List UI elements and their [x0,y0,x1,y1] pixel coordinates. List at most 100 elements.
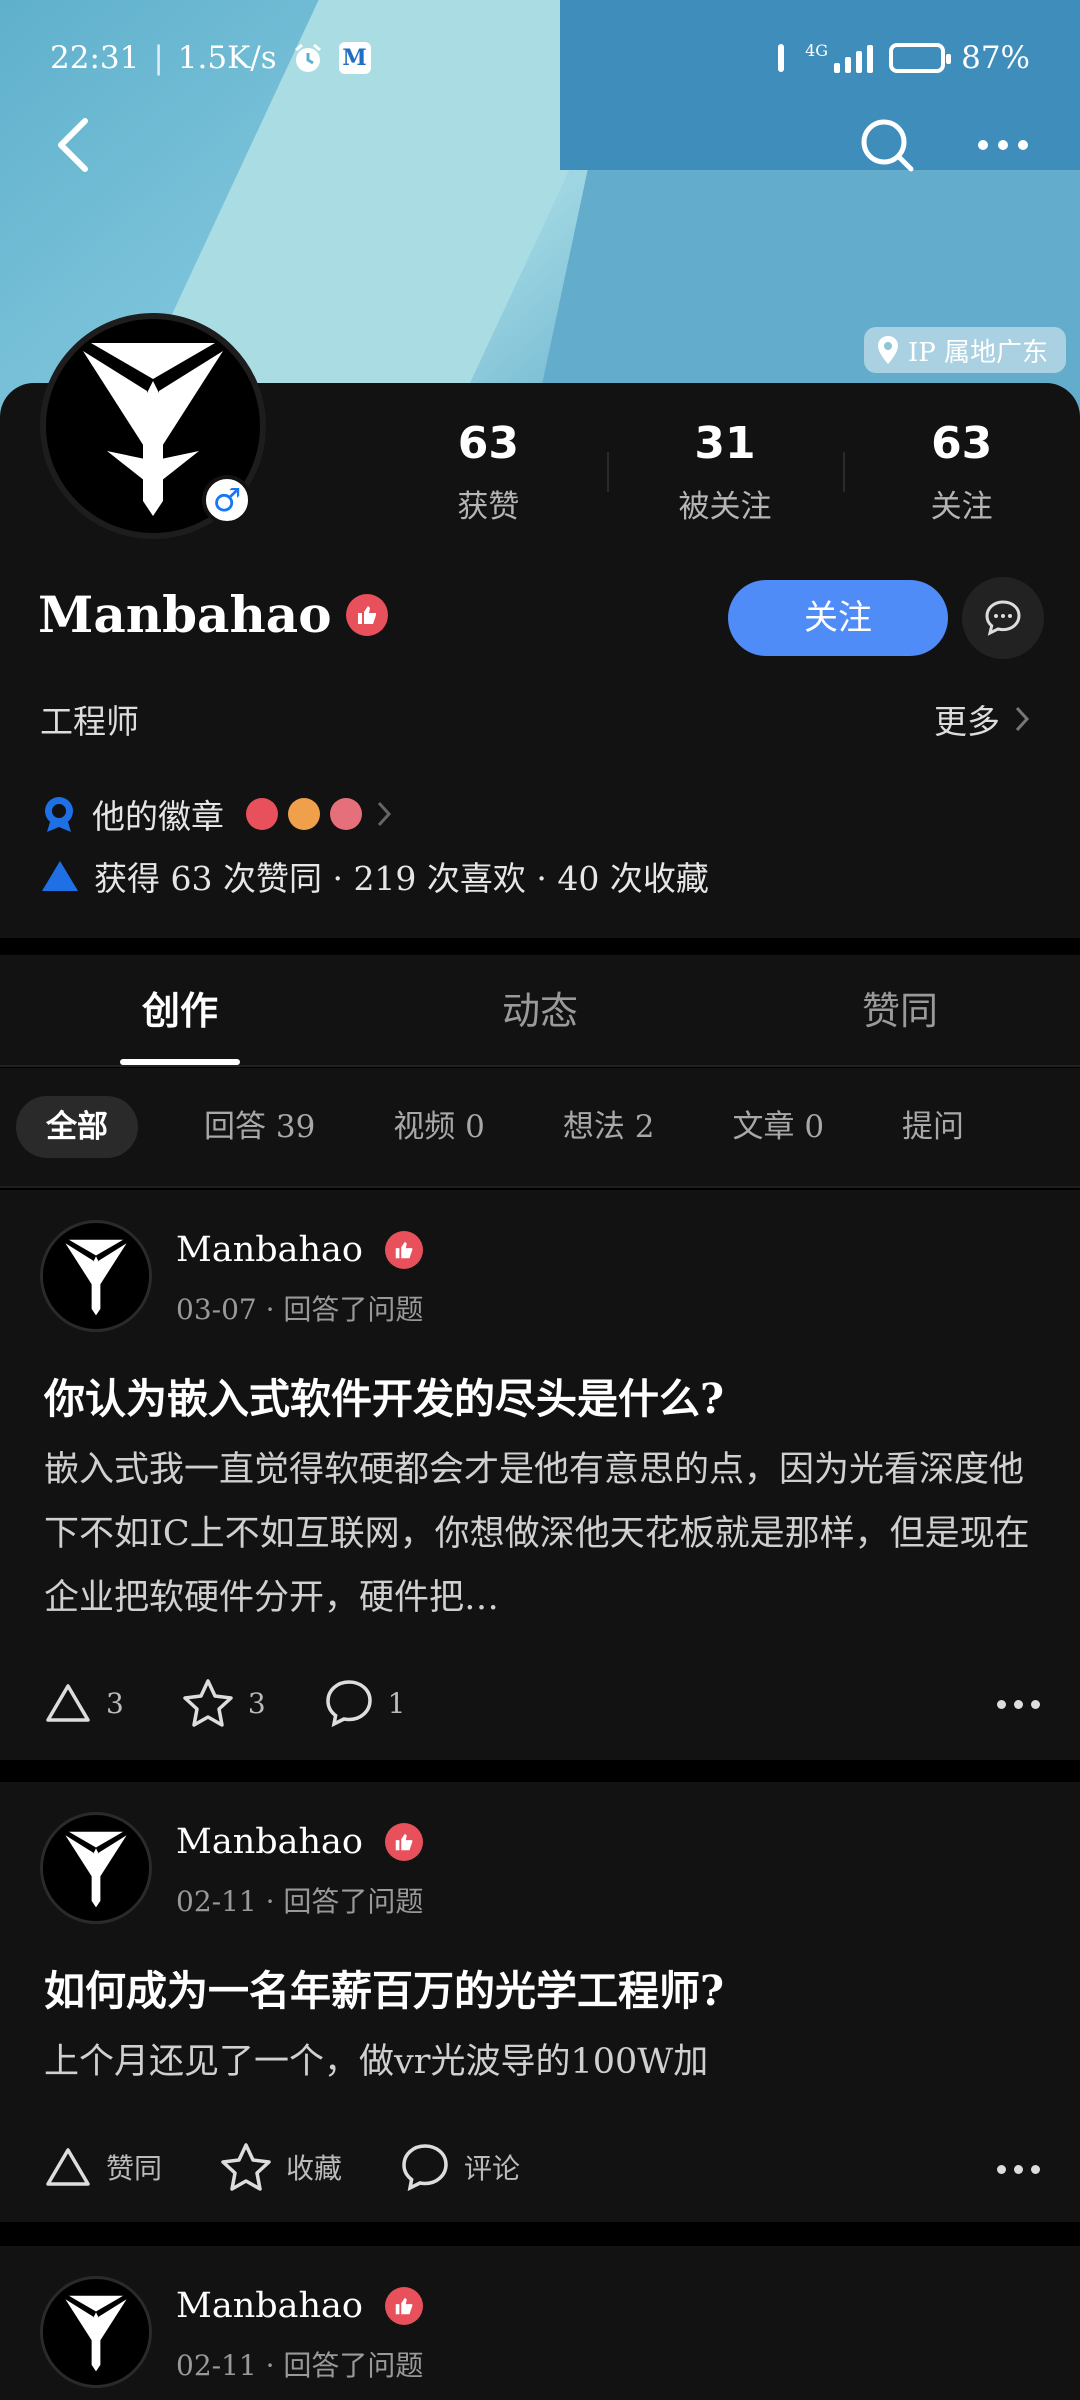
back-button[interactable] [38,110,108,180]
post-actions: 赞同 收藏 评论 [44,2142,578,2192]
thumbs-up-badge-icon [385,1231,423,1269]
author-avatar[interactable] [40,2276,152,2388]
favorite-label: 收藏 [286,2152,343,2185]
alarm-icon [294,43,321,72]
feed-item[interactable]: Manbahao 02-11 · 回答了问题 如何成为一名年薪百万的光学工程师?… [0,1782,1080,2222]
filter-all[interactable]: 全部 [16,1096,138,1158]
filter-questions[interactable]: 提问 [870,1096,996,1158]
more-label: 更多 [934,702,1000,741]
stat-label: 关注 [930,489,993,525]
stats-bar: 63 获赞 31 被关注 63 关注 [370,412,1080,537]
more-horizontal-icon [978,140,1028,150]
chevron-left-icon [58,118,88,172]
comment-icon [325,1680,372,1728]
creator-badge-icon [288,798,320,830]
logo-icon [65,1831,127,1908]
stat-likes[interactable]: 63 获赞 [370,412,607,537]
post-title[interactable]: 你认为嵌入式软件开发的尽头是什么? [44,1365,1044,1425]
favorite-button[interactable]: 3 [182,1678,266,1728]
filter-articles[interactable]: 文章 0 [700,1096,856,1158]
favorite-button[interactable]: 收藏 [220,2142,342,2192]
filter-chips: 全部 回答 39 视频 0 想法 2 文章 0 提问 [0,1068,1080,1188]
feed-item[interactable]: Manbahao 03-07 · 回答了问题 你认为嵌入式软件开发的尽头是什么?… [0,1190,1080,1760]
thumbs-up-badge-icon [345,593,388,636]
logo-icon [65,2295,127,2372]
filter-answers[interactable]: 回答 39 [172,1096,347,1158]
post-more-button[interactable] [997,2165,1040,2174]
location-pin-icon [877,336,898,364]
achievements-text: 获得 63 次赞同 · 219 次喜欢 · 40 次收藏 [94,859,709,898]
tab-activity[interactable]: 动态 [360,955,720,1065]
triangle-up-icon [46,2148,90,2186]
upvote-button[interactable]: 3 [44,1682,124,1724]
signal-icon [834,43,874,73]
thumbs-up-badge-icon [385,2287,423,2325]
thumbs-up-badge-icon [385,1823,423,1861]
upvote-count: 3 [106,1686,124,1720]
more-options-button[interactable] [968,110,1038,180]
status-time: 22:31 [50,40,140,76]
post-title[interactable]: 如何成为一名年薪百万的光学工程师? [44,1957,1044,2017]
feed-item[interactable]: Manbahao 02-11 · 回答了问题 [0,2246,1080,2400]
chat-bubble-icon [985,600,1021,636]
author-avatar[interactable] [40,1220,152,1332]
search-button[interactable] [852,110,922,180]
chevron-right-icon [377,801,392,827]
post-meta: 02-11 · 回答了问题 [176,1885,424,1918]
monkey-badge-icon [330,798,362,830]
ip-location-label: IP 属地广东 [907,337,1048,368]
battery-icon [889,43,952,73]
favorite-count: 3 [247,1686,266,1720]
comment-icon [402,2144,448,2192]
stat-label: 被关注 [678,489,772,525]
comment-button[interactable]: 1 [324,1678,406,1728]
filter-thoughts[interactable]: 想法 2 [531,1096,687,1158]
network-type: 4G [805,40,829,60]
ip-location-badge: IP 属地广东 [863,327,1066,373]
chevron-right-icon [1015,706,1030,732]
author-name-row: Manbahao [176,2286,423,2326]
username: Manbahao [38,585,332,644]
author-name-row: Manbahao [176,1822,423,1862]
post-excerpt[interactable]: 嵌入式我一直觉得软硬都会才是他有意思的点，因为光看深度他下不如IC上不如互联网，… [44,1438,1034,1630]
message-button[interactable] [962,577,1044,659]
upvote-button[interactable]: 赞同 [44,2146,162,2188]
stat-followers[interactable]: 31 被关注 [606,412,844,537]
badges-row[interactable]: 他的徽章 [40,790,392,838]
post-actions: 3 3 1 [44,1678,463,1728]
gender-male-icon: ♂ [202,475,252,525]
comment-label: 评论 [464,2152,521,2185]
author-avatar[interactable] [40,1812,152,1924]
post-excerpt[interactable]: 上个月还见了一个，做vr光波导的100W加 [44,2030,1034,2094]
comment-button[interactable]: 评论 [400,2142,520,2192]
tab-creations[interactable]: 创作 [0,955,360,1065]
star-icon [221,2143,271,2191]
post-more-button[interactable] [997,1700,1040,1709]
battery-level: 87% [961,40,1030,76]
profile-screen: { "status_bar": {"time": "22:31", "net_s… [0,0,1080,2400]
author-name[interactable]: Manbahao [176,1822,363,1862]
comment-count: 1 [387,1686,406,1720]
author-name-row: Manbahao [176,1230,423,1270]
content-tabs: 创作 动态 赞同 [0,955,1080,1067]
post-meta: 02-11 · 回答了问题 [176,2349,424,2382]
user-occupation: 工程师 [40,702,139,741]
badges-label: 他的徽章 [92,797,224,836]
status-bar: 22:31 | 1.5K/s M 4G 87% [50,40,1030,76]
stat-value: 63 [931,418,993,469]
bluetooth-icon [778,44,785,72]
more-info-button[interactable]: 更多 [934,695,1030,743]
filter-videos[interactable]: 视频 0 [361,1096,517,1158]
follow-button[interactable]: 关注 [728,580,948,656]
status-net-speed: 1.5K/s [177,40,277,76]
upvote-label: 赞同 [106,2152,163,2185]
post-meta: 03-07 · 回答了问题 [176,1293,424,1326]
tab-upvoted[interactable]: 赞同 [720,955,1080,1065]
like-badge-icon [246,798,278,830]
stat-following[interactable]: 63 关注 [843,412,1080,537]
author-name[interactable]: Manbahao [176,2286,363,2326]
author-name[interactable]: Manbahao [176,1230,363,1270]
stat-value: 63 [457,418,519,469]
username-row: Manbahao [38,585,388,644]
achievements-row: 获得 63 次赞同 · 219 次喜欢 · 40 次收藏 [40,852,709,900]
